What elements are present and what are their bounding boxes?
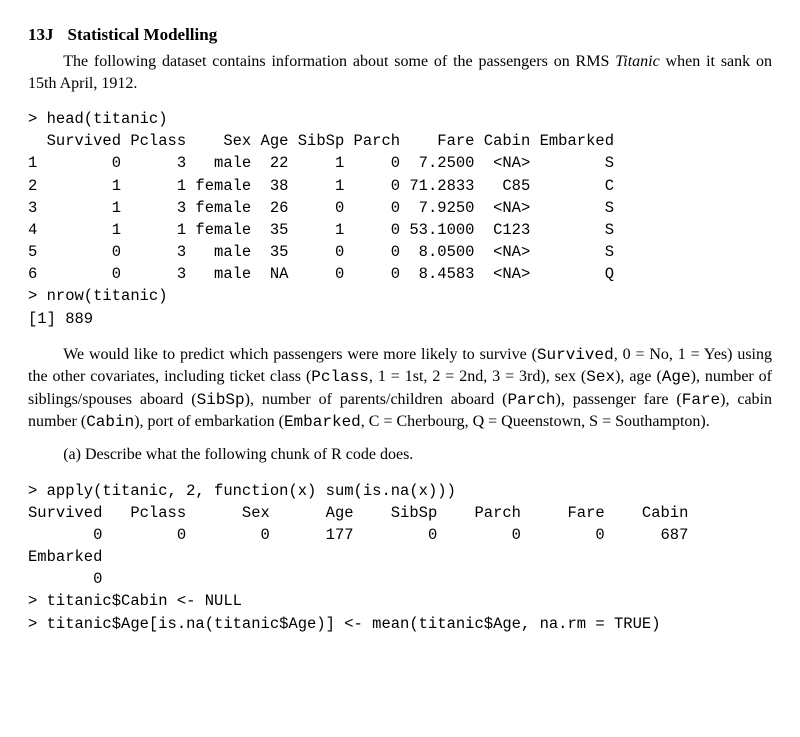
explain-mono4: Age (662, 368, 691, 386)
explain-mono8: Cabin (86, 413, 134, 431)
intro-text-a: The following dataset contains informati… (63, 53, 609, 70)
question-header: 13J Statistical Modelling (28, 24, 772, 47)
explain-seg7: ), passenger fare ( (556, 391, 682, 408)
intro-paragraph: The following dataset contains informati… (28, 51, 772, 94)
explain-paragraph: We would like to predict which passenger… (28, 344, 772, 434)
intro-italic: Titanic (615, 53, 659, 70)
explain-seg9: ), port of embarkation ( (134, 413, 284, 430)
explain-seg6: ), number of parents/children aboard ( (245, 391, 508, 408)
explain-mono9: Embarked (284, 413, 361, 431)
explain-mono6: Parch (507, 391, 555, 409)
question-number: 13J (28, 25, 54, 44)
explain-mono5: SibSp (197, 391, 245, 409)
explain-mono3: Sex (586, 368, 615, 386)
explain-mono1: Survived (537, 346, 614, 364)
explain-seg4: ), age ( (615, 368, 662, 385)
part-a: (a) Describe what the following chunk of… (63, 444, 772, 466)
explain-seg10: , C = Cherbourg, Q = Queenstown, S = Sou… (361, 413, 710, 430)
explain-mono2: Pclass (311, 368, 369, 386)
explain-mono7: Fare (682, 391, 720, 409)
explain-seg1: We would like to predict which passenger… (63, 346, 537, 363)
code-block-apply: > apply(titanic, 2, function(x) sum(is.n… (28, 480, 772, 635)
question-title: Statistical Modelling (68, 25, 218, 44)
code-block-head: > head(titanic) Survived Pclass Sex Age … (28, 108, 772, 330)
explain-seg3: , 1 = 1st, 2 = 2nd, 3 = 3rd), sex ( (369, 368, 586, 385)
